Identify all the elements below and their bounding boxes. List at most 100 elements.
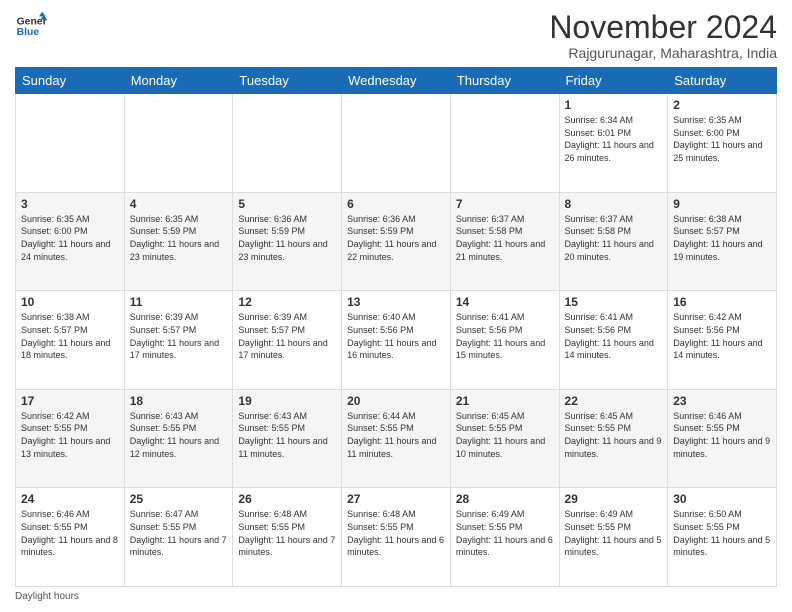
location: Rajgurunagar, Maharashtra, India: [549, 45, 777, 61]
calendar-cell: 21 Sunrise: 6:45 AM Sunset: 5:55 PM Dayli…: [450, 389, 559, 488]
day-number: 22: [565, 394, 663, 408]
day-info: Sunrise: 6:48 AM Sunset: 5:55 PM Dayligh…: [238, 508, 336, 558]
day-number: 21: [456, 394, 554, 408]
calendar-cell: 6 Sunrise: 6:36 AM Sunset: 5:59 PM Daylig…: [342, 192, 451, 291]
calendar-cell: 4Sunrise: 6:35 AM Sunset: 5:59 PM Daylig…: [124, 192, 233, 291]
day-info: Sunrise: 6:42 AM Sunset: 5:55 PM Dayligh…: [21, 410, 119, 460]
day-number: 24: [21, 492, 119, 506]
calendar-cell: 25 Sunrise: 6:47 AM Sunset: 5:55 PM Dayli…: [124, 488, 233, 587]
day-number: 12: [238, 295, 336, 309]
calendar-cell: 28Sunrise: 6:49 AM Sunset: 5:55 PM Dayli…: [450, 488, 559, 587]
day-info: Sunrise: 6:37 AM Sunset: 5:58 PM Dayligh…: [565, 213, 663, 263]
logo: General Blue: [15, 10, 47, 42]
calendar-cell: 18Sunrise: 6:43 AM Sunset: 5:55 PM Dayli…: [124, 389, 233, 488]
day-number: 23: [673, 394, 771, 408]
day-info: Sunrise: 6:50 AM Sunset: 5:55 PM Dayligh…: [673, 508, 771, 558]
calendar-day-header: Saturday: [668, 68, 777, 94]
calendar-cell: [450, 94, 559, 193]
day-number: 6: [347, 197, 445, 211]
calendar-cell: 26 Sunrise: 6:48 AM Sunset: 5:55 PM Dayli…: [233, 488, 342, 587]
title-block: November 2024 Rajgurunagar, Maharashtra,…: [549, 10, 777, 61]
calendar-cell: 23 Sunrise: 6:46 AM Sunset: 5:55 PM Dayli…: [668, 389, 777, 488]
day-number: 27: [347, 492, 445, 506]
day-info: Sunrise: 6:49 AM Sunset: 5:55 PM Dayligh…: [565, 508, 663, 558]
calendar-cell: 8 Sunrise: 6:37 AM Sunset: 5:58 PM Daylig…: [559, 192, 668, 291]
logo-icon: General Blue: [15, 10, 47, 42]
day-number: 20: [347, 394, 445, 408]
calendar-day-header: Monday: [124, 68, 233, 94]
calendar-cell: 15 Sunrise: 6:41 AM Sunset: 5:56 PM Dayli…: [559, 291, 668, 390]
day-number: 28: [456, 492, 554, 506]
calendar-cell: 29Sunrise: 6:49 AM Sunset: 5:55 PM Dayli…: [559, 488, 668, 587]
page: General Blue November 2024 Rajgurunagar,…: [0, 0, 792, 612]
day-info: Sunrise: 6:38 AM Sunset: 5:57 PM Dayligh…: [21, 311, 119, 361]
calendar-day-header: Sunday: [16, 68, 125, 94]
day-info: Sunrise: 6:40 AM Sunset: 5:56 PM Dayligh…: [347, 311, 445, 361]
day-number: 30: [673, 492, 771, 506]
day-info: Sunrise: 6:38 AM Sunset: 5:57 PM Dayligh…: [673, 213, 771, 263]
day-number: 13: [347, 295, 445, 309]
day-number: 4: [130, 197, 228, 211]
calendar-cell: 16Sunrise: 6:42 AM Sunset: 5:56 PM Dayli…: [668, 291, 777, 390]
calendar-cell: 10 Sunrise: 6:38 AM Sunset: 5:57 PM Dayli…: [16, 291, 125, 390]
calendar-table: SundayMondayTuesdayWednesdayThursdayFrid…: [15, 67, 777, 587]
day-number: 2: [673, 98, 771, 112]
calendar-cell: 19 Sunrise: 6:43 AM Sunset: 5:55 PM Dayli…: [233, 389, 342, 488]
day-number: 10: [21, 295, 119, 309]
calendar-header-row: SundayMondayTuesdayWednesdayThursdayFrid…: [16, 68, 777, 94]
day-info: Sunrise: 6:41 AM Sunset: 5:56 PM Dayligh…: [456, 311, 554, 361]
calendar-cell: 11Sunrise: 6:39 AM Sunset: 5:57 PM Dayli…: [124, 291, 233, 390]
day-info: Sunrise: 6:43 AM Sunset: 5:55 PM Dayligh…: [238, 410, 336, 460]
calendar-week-row: 3Sunrise: 6:35 AM Sunset: 6:00 PM Daylig…: [16, 192, 777, 291]
calendar-cell: 12 Sunrise: 6:39 AM Sunset: 5:57 PM Dayli…: [233, 291, 342, 390]
day-info: Sunrise: 6:45 AM Sunset: 5:55 PM Dayligh…: [456, 410, 554, 460]
calendar-day-header: Friday: [559, 68, 668, 94]
calendar-cell: 17 Sunrise: 6:42 AM Sunset: 5:55 PM Dayli…: [16, 389, 125, 488]
calendar-day-header: Tuesday: [233, 68, 342, 94]
calendar-cell: [16, 94, 125, 193]
day-info: Sunrise: 6:35 AM Sunset: 6:00 PM Dayligh…: [673, 114, 771, 164]
day-info: Sunrise: 6:37 AM Sunset: 5:58 PM Dayligh…: [456, 213, 554, 263]
day-number: 17: [21, 394, 119, 408]
calendar-cell: 3Sunrise: 6:35 AM Sunset: 6:00 PM Daylig…: [16, 192, 125, 291]
day-info: Sunrise: 6:46 AM Sunset: 5:55 PM Dayligh…: [673, 410, 771, 460]
footer: Daylight hours: [15, 591, 777, 602]
calendar-cell: 27 Sunrise: 6:48 AM Sunset: 5:55 PM Dayli…: [342, 488, 451, 587]
day-number: 16: [673, 295, 771, 309]
day-number: 26: [238, 492, 336, 506]
day-number: 25: [130, 492, 228, 506]
day-number: 14: [456, 295, 554, 309]
calendar-cell: 7 Sunrise: 6:37 AM Sunset: 5:58 PM Daylig…: [450, 192, 559, 291]
day-info: Sunrise: 6:48 AM Sunset: 5:55 PM Dayligh…: [347, 508, 445, 558]
calendar-cell: 14 Sunrise: 6:41 AM Sunset: 5:56 PM Dayli…: [450, 291, 559, 390]
day-info: Sunrise: 6:41 AM Sunset: 5:56 PM Dayligh…: [565, 311, 663, 361]
day-number: 8: [565, 197, 663, 211]
day-info: Sunrise: 6:44 AM Sunset: 5:55 PM Dayligh…: [347, 410, 445, 460]
svg-text:Blue: Blue: [17, 27, 40, 38]
calendar-week-row: 24Sunrise: 6:46 AM Sunset: 5:55 PM Dayli…: [16, 488, 777, 587]
month-title: November 2024: [549, 10, 777, 45]
calendar-cell: 30 Sunrise: 6:50 AM Sunset: 5:55 PM Dayli…: [668, 488, 777, 587]
day-number: 1: [565, 98, 663, 112]
day-number: 15: [565, 295, 663, 309]
calendar-cell: 9 Sunrise: 6:38 AM Sunset: 5:57 PM Daylig…: [668, 192, 777, 291]
calendar-cell: 22Sunrise: 6:45 AM Sunset: 5:55 PM Dayli…: [559, 389, 668, 488]
day-number: 9: [673, 197, 771, 211]
day-info: Sunrise: 6:39 AM Sunset: 5:57 PM Dayligh…: [130, 311, 228, 361]
calendar-day-header: Wednesday: [342, 68, 451, 94]
header: General Blue November 2024 Rajgurunagar,…: [15, 10, 777, 61]
day-info: Sunrise: 6:36 AM Sunset: 5:59 PM Dayligh…: [238, 213, 336, 263]
day-info: Sunrise: 6:36 AM Sunset: 5:59 PM Dayligh…: [347, 213, 445, 263]
calendar-cell: 5Sunrise: 6:36 AM Sunset: 5:59 PM Daylig…: [233, 192, 342, 291]
day-number: 19: [238, 394, 336, 408]
calendar-cell: 2 Sunrise: 6:35 AM Sunset: 6:00 PM Daylig…: [668, 94, 777, 193]
day-info: Sunrise: 6:47 AM Sunset: 5:55 PM Dayligh…: [130, 508, 228, 558]
calendar-cell: 1 Sunrise: 6:34 AM Sunset: 6:01 PM Daylig…: [559, 94, 668, 193]
calendar-day-header: Thursday: [450, 68, 559, 94]
day-info: Sunrise: 6:34 AM Sunset: 6:01 PM Dayligh…: [565, 114, 663, 164]
day-info: Sunrise: 6:39 AM Sunset: 5:57 PM Dayligh…: [238, 311, 336, 361]
day-number: 7: [456, 197, 554, 211]
calendar-cell: 20 Sunrise: 6:44 AM Sunset: 5:55 PM Dayli…: [342, 389, 451, 488]
calendar-week-row: 10 Sunrise: 6:38 AM Sunset: 5:57 PM Dayli…: [16, 291, 777, 390]
calendar-week-row: 17 Sunrise: 6:42 AM Sunset: 5:55 PM Dayli…: [16, 389, 777, 488]
